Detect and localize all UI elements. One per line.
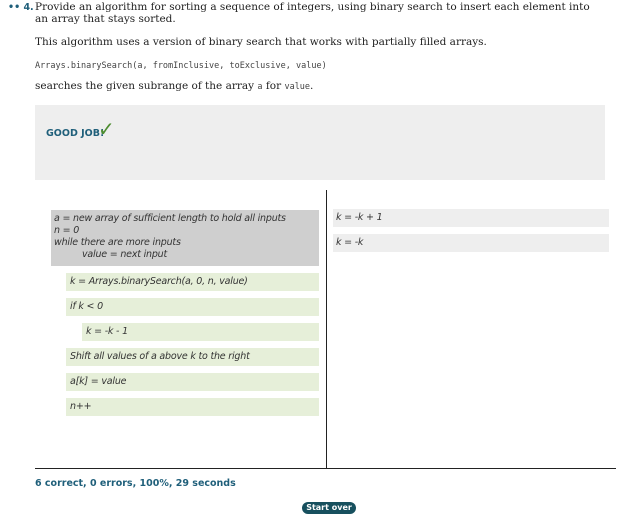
fixed-code-line: n = 0 (54, 225, 80, 236)
tile-label: a[k] = value (70, 376, 127, 387)
answer-tile[interactable]: k = Arrays.binarySearch(a, 0, n, value) (66, 273, 319, 291)
distractor-tile[interactable]: k = -k (333, 234, 609, 252)
tile-label: k = -k (336, 237, 364, 248)
good-job-label: GOOD JOB! (46, 128, 105, 139)
desc2-prefix: searches the given subrange of the array (35, 80, 258, 92)
answer-tile[interactable]: a[k] = value (66, 373, 319, 391)
answer-tile[interactable]: Shift all values of a above k to the rig… (66, 348, 319, 366)
desc2-mid: for (262, 80, 285, 92)
answer-tile[interactable]: k = -k - 1 (82, 323, 319, 341)
check-icon: ✓ (98, 117, 115, 141)
distractor-tile[interactable]: k = -k + 1 (333, 209, 609, 227)
description-text: This algorithm uses a version of binary … (35, 36, 487, 48)
fixed-code-line: value = next input (82, 249, 168, 260)
bottom-divider (35, 468, 616, 469)
method-signature: Arrays.binarySearch(a, fromInclusive, to… (35, 61, 327, 71)
desc2-suffix: . (310, 80, 314, 92)
question-text: Provide an algorithm for sorting a seque… (35, 1, 590, 25)
score-status: 6 correct, 0 errors, 100%, 29 seconds (35, 478, 236, 489)
column-divider (326, 190, 327, 469)
fixed-code-block: a = new array of sufficient length to ho… (51, 210, 319, 266)
tile-label: if k < 0 (70, 301, 103, 312)
desc2-value: value (284, 82, 311, 92)
tile-label: n++ (70, 401, 92, 412)
exercise-page: •• 4. Provide an algorithm for sorting a… (0, 0, 624, 525)
answer-tile[interactable]: if k < 0 (66, 298, 319, 316)
fixed-code-line: a = new array of sufficient length to ho… (54, 213, 286, 224)
answer-tile[interactable]: n++ (66, 398, 319, 416)
tile-label: k = -k - 1 (86, 326, 128, 337)
question-number: •• 4. (8, 2, 34, 13)
fixed-code-line: while there are more inputs (54, 237, 181, 248)
tile-label: k = Arrays.binarySearch(a, 0, n, value) (70, 276, 248, 287)
tile-label: Shift all values of a above k to the rig… (70, 351, 250, 362)
feedback-panel: GOOD JOB! ✓ (35, 105, 605, 180)
tile-label: k = -k + 1 (336, 212, 383, 223)
description-text-2: searches the given subrange of the array… (35, 80, 313, 92)
start-over-button[interactable]: Start over (302, 502, 356, 514)
